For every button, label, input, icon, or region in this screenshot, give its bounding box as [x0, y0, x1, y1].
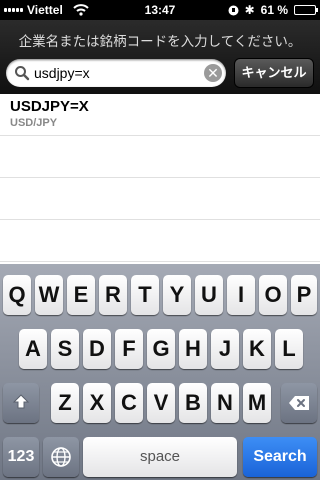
key-u[interactable]: U [195, 275, 223, 315]
key-z[interactable]: Z [51, 383, 79, 423]
search-icon [15, 66, 30, 81]
search-field[interactable]: ✕ [6, 59, 226, 87]
key-p[interactable]: P [291, 275, 317, 315]
key-f[interactable]: F [115, 329, 143, 369]
key-x[interactable]: X [83, 383, 111, 423]
key-k[interactable]: K [243, 329, 271, 369]
key-q[interactable]: Q [3, 275, 31, 315]
key-s[interactable]: S [51, 329, 79, 369]
key-m[interactable]: M [243, 383, 271, 423]
keyboard: Q W E R T Y U I O P A S D F G H J K L Z … [0, 264, 320, 480]
key-r[interactable]: R [99, 275, 127, 315]
key-g[interactable]: G [147, 329, 175, 369]
status-bar: Viettel 13:47 ✱ 61 % [0, 0, 320, 20]
bluetooth-icon: ✱ [244, 3, 255, 17]
key-n[interactable]: N [211, 383, 239, 423]
key-o[interactable]: O [259, 275, 287, 315]
key-v[interactable]: V [147, 383, 175, 423]
empty-row [0, 178, 320, 220]
key-y[interactable]: Y [163, 275, 191, 315]
search-prompt: 企業名または銘柄コードを入力してください。 [18, 34, 302, 49]
key-t[interactable]: T [131, 275, 159, 315]
empty-row [0, 220, 320, 262]
clear-icon[interactable]: ✕ [204, 64, 222, 82]
globe-icon [51, 447, 71, 467]
space-key[interactable]: space [83, 437, 237, 477]
search-key[interactable]: Search [243, 437, 317, 477]
cancel-button[interactable]: キャンセル [234, 58, 314, 88]
shift-key[interactable] [3, 383, 39, 423]
search-header: 企業名または銘柄コードを入力してください。 ✕ キャンセル [0, 20, 320, 94]
key-l[interactable]: L [275, 329, 303, 369]
key-c[interactable]: C [115, 383, 143, 423]
results-list: USDJPY=X USD/JPY [0, 94, 320, 262]
numbers-key[interactable]: 123 [3, 437, 39, 477]
search-input[interactable] [34, 63, 199, 83]
delete-key[interactable] [281, 383, 317, 423]
result-symbol: USDJPY=X [10, 98, 89, 115]
key-a[interactable]: A [19, 329, 47, 369]
key-b[interactable]: B [179, 383, 207, 423]
key-e[interactable]: E [67, 275, 95, 315]
orientation-lock-icon [228, 5, 239, 15]
key-j[interactable]: J [211, 329, 239, 369]
key-w[interactable]: W [35, 275, 63, 315]
globe-key[interactable] [43, 437, 79, 477]
backspace-icon [289, 396, 309, 410]
list-item[interactable]: USDJPY=X USD/JPY [0, 94, 320, 136]
key-d[interactable]: D [83, 329, 111, 369]
empty-row [0, 136, 320, 178]
battery-percent: 61 % [260, 3, 288, 17]
result-name: USD/JPY [10, 117, 58, 129]
shift-icon [12, 394, 30, 409]
key-h[interactable]: H [179, 329, 207, 369]
status-right: ✱ 61 % [228, 3, 318, 17]
battery-icon [294, 5, 318, 15]
key-i[interactable]: I [227, 275, 255, 315]
